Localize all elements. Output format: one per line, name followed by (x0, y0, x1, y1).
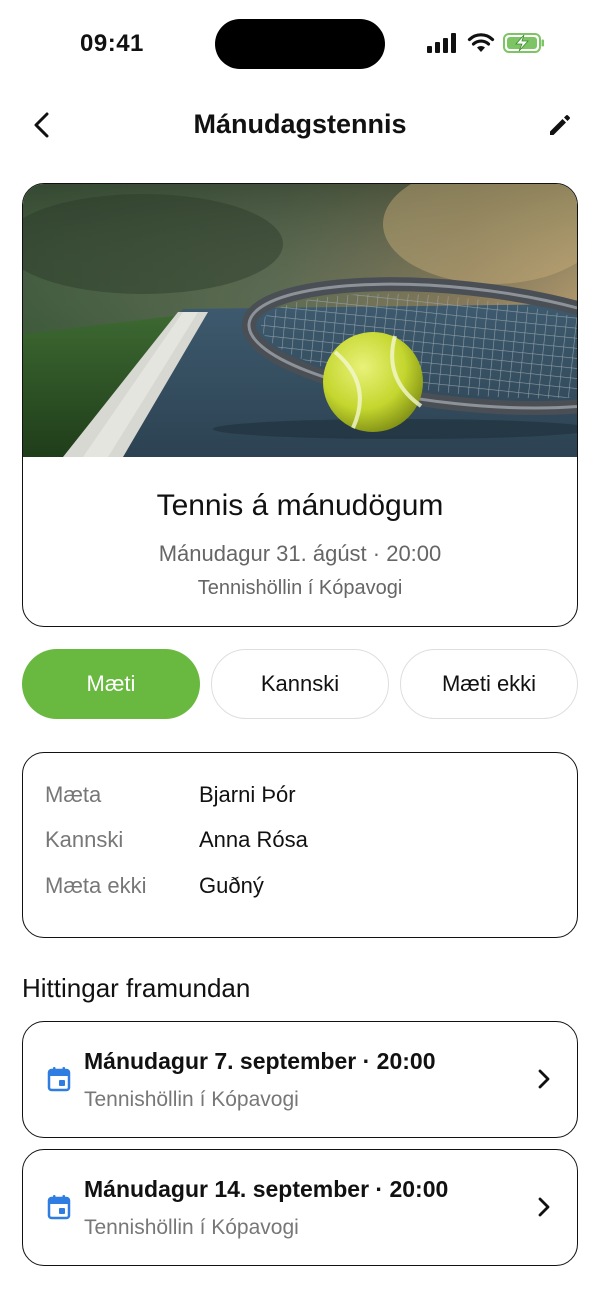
attendance-row-going: Mæta Bjarni Þór (45, 780, 296, 810)
upcoming-meetup-item[interactable]: Mánudagur 7. september · 20:00 Tennishöl… (22, 1021, 578, 1138)
rsvp-maybe-button[interactable]: Kannski (211, 649, 389, 719)
attendance-label: Mæta ekki (45, 873, 147, 898)
event-date-time: Mánudagur 31. ágúst · 20:00 (158, 541, 442, 566)
attendance-row-maybe: Kannski Anna Rósa (45, 825, 308, 855)
pencil-icon (550, 115, 570, 135)
event-title: Tennis á mánudögum (156, 489, 444, 522)
attendance-row-not-going: Mæta ekki Guðný (45, 871, 264, 901)
attendance-card: Mæta Bjarni Þór Kannski Anna Rósa Mæta e… (22, 752, 578, 938)
attendance-value: Guðný (199, 873, 264, 898)
battery-charging-icon (503, 33, 544, 53)
page-title: Mánudagstennis (193, 109, 407, 139)
calendar-icon (47, 1195, 71, 1220)
nav-header: Mánudagstennis (0, 95, 600, 155)
wifi-icon (467, 33, 495, 52)
attendance-label: Kannski (45, 827, 124, 852)
event-hero-image (23, 184, 577, 457)
upcoming-meetup-item[interactable]: Mánudagur 14. september · 20:00 Tennishö… (22, 1149, 578, 1266)
meetup-title: Mánudagur 14. september · 20:00 (84, 1176, 449, 1202)
rsvp-not-going-button[interactable]: Mæti ekki (400, 649, 578, 719)
event-card: Tennis á mánudögum Mánudagur 31. ágúst ·… (22, 183, 578, 627)
dynamic-island (215, 19, 385, 69)
attendance-label: Mæta (45, 782, 102, 807)
cellular-signal-icon (427, 33, 456, 53)
status-bar: 09:41 (0, 0, 600, 90)
chevron-right-icon (538, 1197, 550, 1217)
status-icons (427, 32, 545, 54)
meetup-location: Tennishöllin í Kópavogi (84, 1216, 299, 1239)
event-location: Tennishöllin í Kópavogi (197, 577, 403, 599)
edit-button[interactable] (540, 105, 580, 145)
meetup-location: Tennishöllin í Kópavogi (84, 1088, 299, 1111)
attendance-value: Bjarni Þór (199, 782, 296, 807)
meetup-title: Mánudagur 7. september · 20:00 (84, 1048, 436, 1074)
rsvp-going-button[interactable]: Mæti (22, 649, 200, 719)
calendar-icon (47, 1067, 71, 1092)
chevron-right-icon (538, 1069, 550, 1089)
status-time: 09:41 (80, 30, 144, 57)
attendance-value: Anna Rósa (199, 827, 308, 852)
upcoming-section-title: Hittingar framundan (22, 973, 251, 1003)
